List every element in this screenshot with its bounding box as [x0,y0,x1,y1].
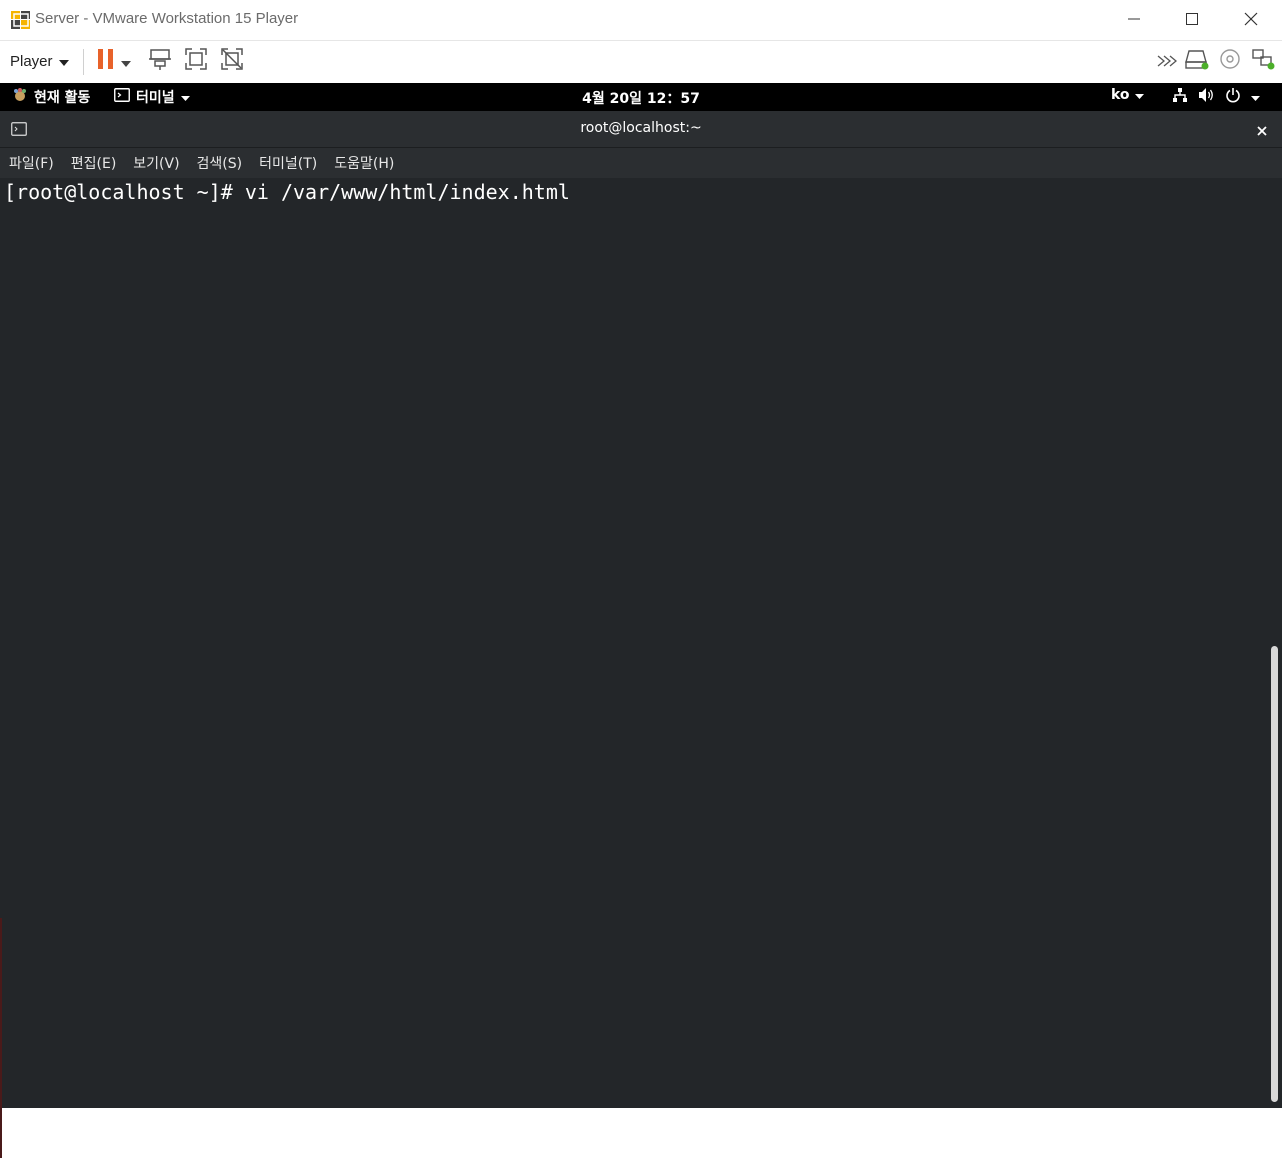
pause-icon [96,48,116,74]
minimize-icon [1127,11,1141,30]
full-screen-icon [184,47,208,75]
pause-options-button[interactable] [117,47,135,75]
system-status-menu[interactable] [1172,87,1260,107]
more-devices-button[interactable] [1153,47,1181,75]
chevron-down-icon [1251,89,1260,105]
menu-terminal[interactable]: 터미널(T) [259,153,317,173]
close-icon [1256,122,1268,141]
terminal-title: root@localhost:~ [580,120,702,136]
terminal-line: [root@localhost ~]# vi /var/www/html/ind… [4,180,570,204]
unity-icon [220,47,244,75]
scrollbar-thumb[interactable] [1271,646,1278,1102]
menu-help[interactable]: 도움말(H) [334,153,394,173]
hard-disk-icon [1185,48,1209,74]
window-title: Server - VMware Workstation 15 Player [35,10,299,27]
network-wired-icon [1172,87,1188,107]
minimize-button[interactable] [1105,0,1163,40]
volume-icon [1198,87,1215,107]
network-adapter-button[interactable] [1249,47,1277,75]
vmware-logo-icon [10,9,32,31]
terminal-headerbar: root@localhost:~ [0,111,1282,148]
chevron-down-icon [121,52,131,71]
cd-dvd-button[interactable] [1216,47,1244,75]
language-label: ko [1111,87,1130,103]
send-ctrl-alt-del-button[interactable] [146,47,174,75]
hard-disk-button[interactable] [1183,47,1211,75]
window-edge-shadow [0,918,2,1158]
unity-button[interactable] [218,47,246,75]
power-icon [1225,87,1241,107]
input-language-button[interactable]: ko [1111,87,1144,103]
maximize-button[interactable] [1163,0,1221,40]
terminal-menubar: 파일(F) 편집(E) 보기(V) 검색(S) 터미널(T) 도움말(H) [0,148,1282,178]
send-ctrl-alt-del-icon [148,47,172,75]
chevron-down-icon [58,53,69,70]
gnome-top-bar: 현재 활동 터미널 4월 20일 12：57 ko [0,83,1282,111]
close-button[interactable] [1222,0,1280,40]
menu-edit[interactable]: 편집(E) [71,153,117,173]
menu-file[interactable]: 파일(F) [9,153,54,173]
player-menu-button[interactable]: Player [6,49,73,73]
pause-button[interactable] [92,47,120,75]
chevron-down-icon [1134,87,1144,103]
close-icon [1244,11,1258,30]
network-adapter-icon [1251,48,1275,74]
vmware-toolbar: Player [0,41,1282,82]
more-icon [1157,52,1178,71]
maximize-icon [1185,11,1199,30]
full-screen-button[interactable] [182,47,210,75]
cd-dvd-icon [1219,48,1241,74]
menu-search[interactable]: 검색(S) [197,153,243,173]
player-menu-label: Player [10,52,53,70]
terminal-close-button[interactable] [1256,122,1268,141]
toolbar-divider [83,49,84,75]
clock[interactable]: 4월 20일 12：57 [0,88,1282,108]
window-titlebar: Server - VMware Workstation 15 Player [0,0,1282,41]
terminal-content[interactable]: [root@localhost ~]# vi /var/www/html/ind… [0,178,1282,1158]
menu-view[interactable]: 보기(V) [133,153,179,173]
